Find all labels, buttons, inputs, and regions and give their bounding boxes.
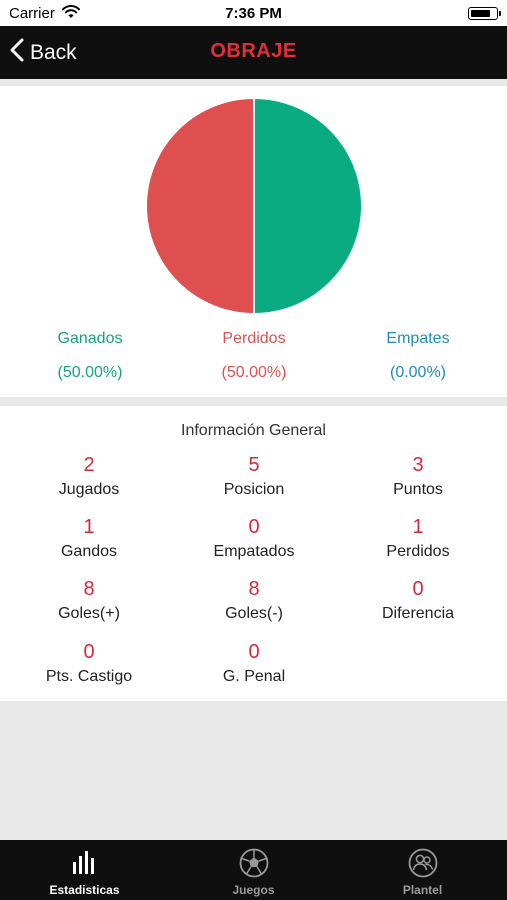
stat-value: 1 <box>412 516 424 538</box>
tab-label: Juegos <box>232 883 275 897</box>
stat-value: 0 <box>248 641 260 663</box>
stat-label: G. Penal <box>222 668 286 685</box>
results-pie-chart <box>145 97 363 315</box>
stat-value: 2 <box>83 454 95 476</box>
stat-value: 5 <box>248 454 260 476</box>
stat-gandos: 1 Gandos <box>4 516 174 561</box>
soccer-ball-icon <box>239 848 269 883</box>
legend-label: Ganados <box>57 330 123 347</box>
tab-bar: Estadisticas Juegos Plantel <box>0 840 507 900</box>
legend-percent: (0.00%) <box>389 364 447 381</box>
stat-label: Diferencia <box>381 605 455 622</box>
navigation-bar: Back OBRAJE <box>0 26 507 79</box>
section-heading: Información General <box>181 422 326 439</box>
stat-label: Puntos <box>393 481 443 498</box>
legend-percent: (50.00%) <box>221 364 287 381</box>
stat-value: 0 <box>248 516 260 538</box>
stat-value: 3 <box>412 454 424 476</box>
tab-label: Plantel <box>402 883 443 897</box>
bar-chart-icon <box>71 848 99 881</box>
stat-label: Empatados <box>213 543 295 560</box>
status-bar: Carrier 7:36 PM <box>0 0 507 26</box>
stat-label: Goles(+) <box>58 605 120 622</box>
stat-label: Goles(-) <box>225 605 283 622</box>
stat-label: Jugados <box>58 481 120 498</box>
results-chart-card: Ganados (50.00%) Perdidos (50.00%) Empat… <box>0 86 507 397</box>
stat-goles-contra: 8 Goles(-) <box>169 578 339 623</box>
stat-posicion: 5 Posicion <box>169 454 339 499</box>
stat-perdidos: 1 Perdidos <box>333 516 503 561</box>
stat-label: Posicion <box>223 481 285 498</box>
pie-slice-ganados <box>253 97 363 315</box>
tab-plantel[interactable]: Plantel <box>338 840 507 900</box>
pie-slice-perdidos <box>145 97 255 315</box>
stat-value: 0 <box>83 641 95 663</box>
stat-puntos: 3 Puntos <box>333 454 503 499</box>
stat-empatados: 0 Empatados <box>169 516 339 561</box>
stat-goles-favor: 8 Goles(+) <box>4 578 174 623</box>
stat-value: 8 <box>83 578 95 600</box>
battery-icon <box>468 7 501 20</box>
tab-label: Estadisticas <box>49 883 120 897</box>
stat-label: Pts. Castigo <box>45 668 133 685</box>
clock: 7:36 PM <box>225 5 282 22</box>
legend-item-perdidos: Perdidos (50.00%) <box>169 330 339 382</box>
general-info-card: Información General 2 Jugados 5 Posicion… <box>0 406 507 701</box>
legend-label: Perdidos <box>222 330 286 347</box>
stat-label: Gandos <box>60 543 118 560</box>
stat-jugados: 2 Jugados <box>4 454 174 499</box>
stat-label: Perdidos <box>386 543 450 560</box>
tab-juegos[interactable]: Juegos <box>169 840 338 900</box>
legend-label: Empates <box>386 330 450 347</box>
page-title: OBRAJE <box>210 40 297 62</box>
legend-percent: (50.00%) <box>57 364 123 381</box>
stat-value: 0 <box>412 578 424 600</box>
legend-item-ganados: Ganados (50.00%) <box>5 330 175 382</box>
stat-diferencia: 0 Diferencia <box>333 578 503 623</box>
users-icon <box>408 848 438 883</box>
stat-value: 8 <box>248 578 260 600</box>
stat-pts-castigo: 0 Pts. Castigo <box>4 641 174 686</box>
stat-value: 1 <box>83 516 95 538</box>
tab-estadisticas[interactable]: Estadisticas <box>0 840 169 900</box>
legend-item-empates: Empates (0.00%) <box>333 330 503 382</box>
stat-g-penal: 0 G. Penal <box>169 641 339 686</box>
